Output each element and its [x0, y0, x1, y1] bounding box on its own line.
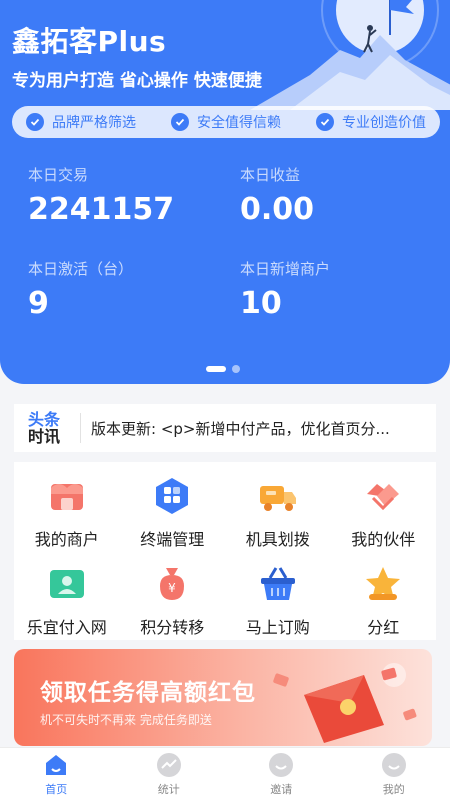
news-headline[interactable]: 版本更新: <p>新增中付产品，优化首页分...: [91, 418, 411, 439]
badge-item: 专业创造价值: [316, 112, 426, 132]
stat-label-daily-transactions: 本日交易: [28, 166, 89, 184]
menu-label: 分红: [367, 618, 400, 637]
network-join-icon: [49, 570, 84, 598]
menu-item-network-join[interactable]: 乐宜付入网: [14, 550, 120, 638]
menu-label: 终端管理: [140, 530, 205, 549]
device-transfer-icon: [259, 486, 296, 511]
stat-value-daily-transactions: 2241157: [28, 192, 175, 227]
menu-item-device-transfer[interactable]: 机具划拨: [225, 462, 331, 550]
divider: [80, 413, 81, 443]
stat-label-daily-income: 本日收益: [240, 166, 301, 184]
stat-label-new-merchants: 本日新增商户: [240, 260, 331, 278]
stat-value-daily-income: 0.00: [240, 192, 315, 227]
home-icon: [46, 754, 67, 775]
tab-invite[interactable]: 邀请: [225, 748, 338, 800]
news-ticker[interactable]: 头条 时讯 版本更新: <p>新增中付产品，优化首页分...: [14, 404, 436, 452]
banner-subtitle: 机不可失时不再来 完成任务即送: [40, 713, 212, 727]
menu-label: 我的商户: [34, 530, 99, 549]
tab-profile[interactable]: 我的: [338, 748, 450, 800]
trust-badges-bar: 品牌严格筛选 安全值得信赖 专业创造价值: [12, 106, 440, 138]
menu-item-my-partners[interactable]: 我的伙伴: [331, 462, 437, 550]
menu-item-my-merchants[interactable]: 我的商户: [14, 462, 120, 550]
carousel-dot-active[interactable]: [206, 366, 226, 372]
menu-label: 积分转移: [140, 618, 205, 637]
invite-icon: [269, 752, 294, 777]
stat-label-daily-activations: 本日激活（台）: [28, 260, 134, 278]
news-logo-top: 头条: [27, 410, 60, 429]
carousel-indicator[interactable]: [206, 365, 240, 373]
statistics-icon: [156, 752, 181, 777]
partner-handshake-icon: [367, 484, 400, 511]
shopping-basket-icon: [260, 567, 295, 600]
tab-label: 首页: [45, 782, 68, 796]
menu-label: 机具划拨: [245, 530, 310, 549]
hero-header: 鑫拓客Plus 专为用户打造 省心操作 快速便捷 品牌严格筛选 安全值得信赖 专…: [0, 0, 450, 384]
badge-label: 安全值得信赖: [197, 115, 281, 131]
points-transfer-icon: ¥: [160, 568, 185, 600]
carousel-dot[interactable]: [232, 365, 240, 373]
menu-label: 乐宜付入网: [26, 618, 107, 637]
merchant-icon: [50, 484, 83, 510]
menu-label: 我的伙伴: [351, 530, 416, 549]
terminal-management-icon: [156, 478, 189, 514]
svg-text:¥: ¥: [168, 581, 176, 595]
banner-title: 领取任务得高额红包: [40, 680, 256, 706]
menu-item-order-now[interactable]: 马上订购: [225, 550, 331, 638]
menu-item-dividend[interactable]: 分红: [331, 550, 437, 638]
mountain-flag-illustration-icon: [250, 0, 450, 110]
profile-icon: [381, 752, 406, 777]
badge-label: 品牌严格筛选: [52, 115, 136, 131]
badge-item: 安全值得信赖: [171, 112, 281, 132]
menu-item-points-transfer[interactable]: ¥ 积分转移: [120, 550, 226, 638]
dividend-star-icon: [366, 567, 401, 600]
red-envelope-illustration-icon: [273, 663, 417, 743]
check-icon: [171, 113, 189, 131]
badge-label: 专业创造价值: [342, 115, 426, 131]
app-slogan: 专为用户打造 省心操作 快速便捷: [12, 71, 262, 91]
app-brand-title: 鑫拓客Plus: [12, 25, 167, 58]
check-icon: [26, 113, 44, 131]
news-logo-bottom: 时讯: [27, 427, 60, 446]
task-red-packet-banner[interactable]: 领取任务得高额红包 机不可失时不再来 完成任务即送: [14, 649, 432, 746]
menu-item-terminal-management[interactable]: 终端管理: [120, 462, 226, 550]
tab-home[interactable]: 首页: [0, 748, 113, 800]
stat-value-new-merchants: 10: [240, 286, 282, 321]
bottom-tab-bar: 首页 统计 邀请 我的: [0, 747, 450, 800]
check-icon: [316, 113, 334, 131]
tab-label: 邀请: [270, 782, 293, 796]
menu-label: 马上订购: [245, 618, 310, 637]
tab-label: 统计: [157, 782, 180, 796]
feature-menu-grid: 我的商户 终端管理 机具划拨 我的伙伴 乐宜付入网 ¥ 积分转移 马上订购 分红: [14, 462, 436, 640]
tab-label: 我的: [382, 782, 405, 796]
stat-value-daily-activations: 9: [28, 286, 49, 321]
home-page: 鑫拓客Plus 专为用户打造 省心操作 快速便捷 品牌严格筛选 安全值得信赖 专…: [0, 0, 450, 800]
tab-statistics[interactable]: 统计: [113, 748, 226, 800]
badge-item: 品牌严格筛选: [26, 112, 136, 132]
news-logo: 头条 时讯: [14, 408, 74, 448]
